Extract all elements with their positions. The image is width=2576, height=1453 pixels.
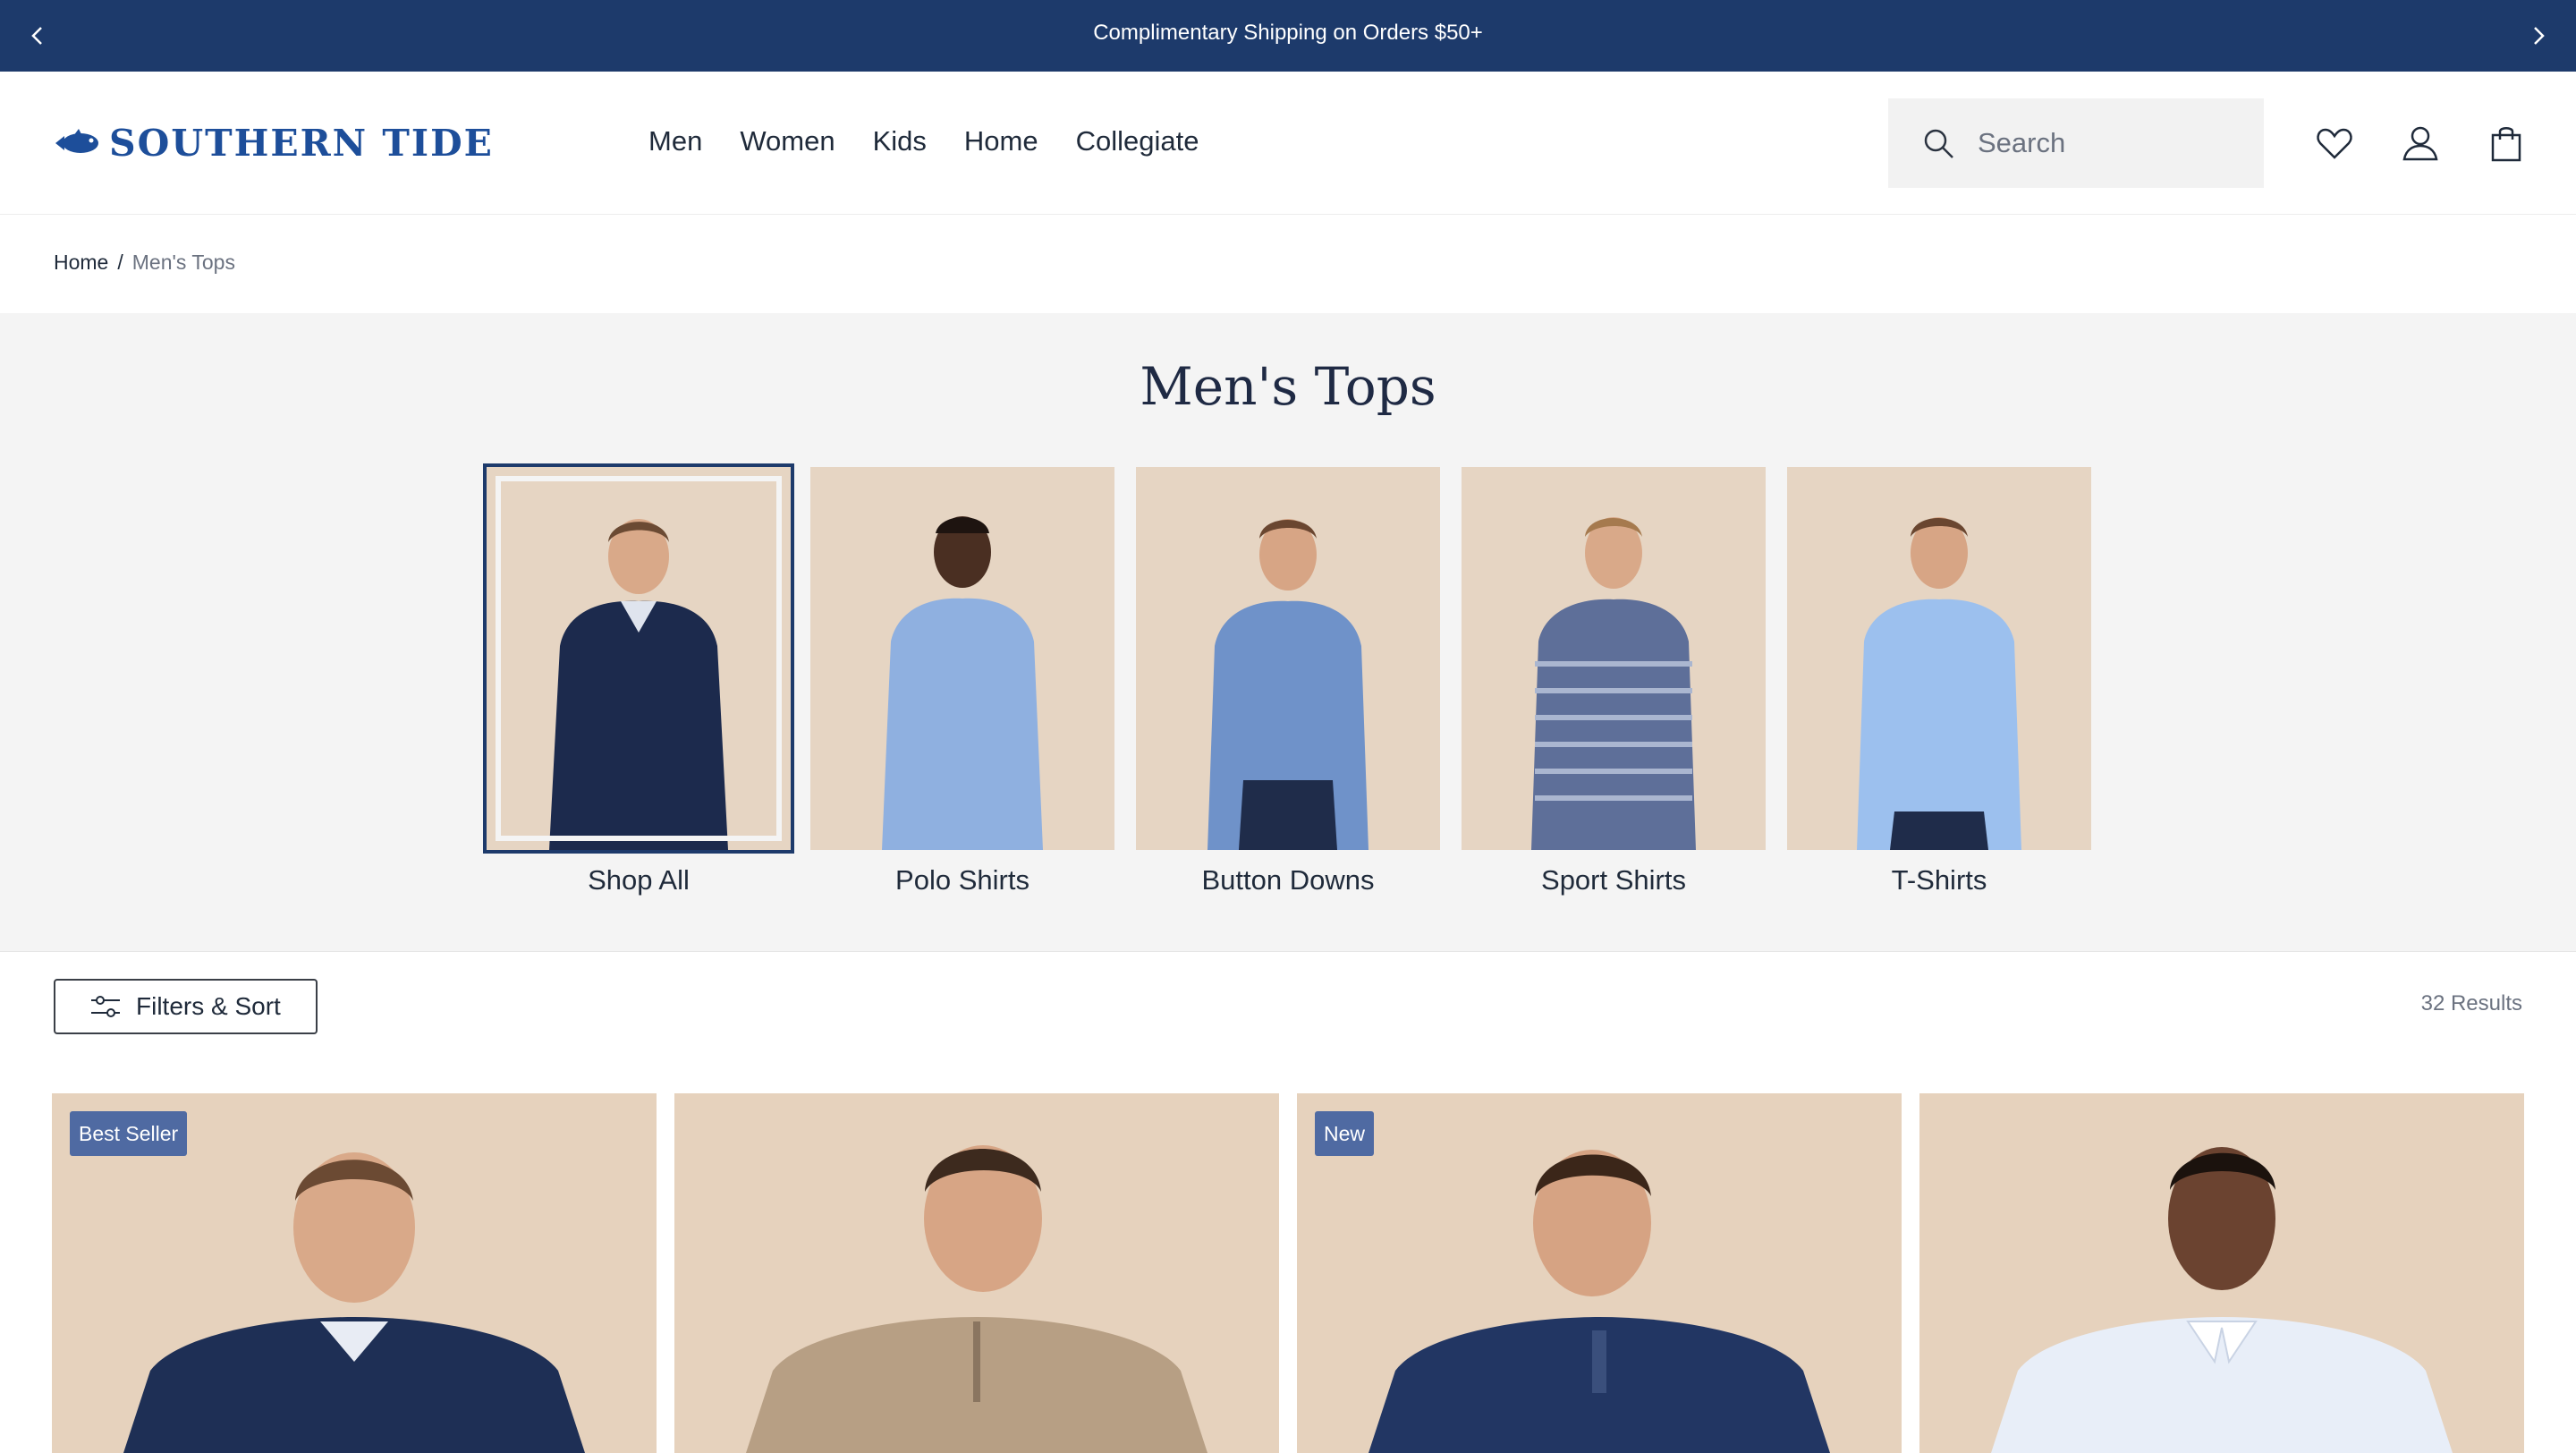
nav-collegiate[interactable]: Collegiate	[1076, 119, 1199, 164]
shopping-bag-icon[interactable]	[2485, 122, 2528, 165]
nav-women[interactable]: Women	[740, 119, 835, 164]
main-nav: Men Women Kids Home Collegiate	[648, 119, 1236, 164]
category-shop-all[interactable]: Shop All	[483, 463, 794, 896]
category-image	[483, 463, 794, 854]
filters-sort-label: Filters & Sort	[136, 992, 281, 1020]
category-label: Sport Shirts	[1541, 864, 1686, 896]
category-button-downs[interactable]: Button Downs	[1136, 467, 1440, 896]
nav-men[interactable]: Men	[648, 119, 702, 164]
category-image	[1462, 467, 1766, 850]
best-seller-badge: Best Seller	[70, 1111, 188, 1156]
brand-logo[interactable]: SOUTHERN TIDE	[52, 116, 494, 170]
search-box	[1888, 98, 2264, 188]
nav-home[interactable]: Home	[964, 119, 1038, 164]
category-image	[810, 467, 1114, 850]
promo-message[interactable]: Complimentary Shipping on Orders $50+	[0, 0, 2576, 72]
results-count: 32 Results	[2420, 991, 2522, 1015]
category-polo-shirts[interactable]: Polo Shirts	[810, 467, 1114, 896]
category-label: T-Shirts	[1891, 864, 1987, 896]
breadcrumb-separator: /	[117, 251, 123, 274]
category-label: Polo Shirts	[895, 864, 1030, 896]
brand-wordmark: SOUTHERN TIDE	[109, 122, 494, 165]
product-card[interactable]	[1919, 1093, 2524, 1453]
promo-bar: Complimentary Shipping on Orders $50+	[0, 0, 2576, 72]
new-badge: New	[1315, 1111, 1375, 1156]
results-toolbar: Filters & Sort 32 Results	[0, 952, 2576, 1059]
category-sport-shirts[interactable]: Sport Shirts	[1462, 467, 1766, 896]
page-title: Men's Tops	[1140, 356, 1436, 417]
product-grid: Best Seller New	[52, 1093, 2524, 1453]
filters-sort-button[interactable]: Filters & Sort	[54, 979, 318, 1034]
site-header: SOUTHERN TIDE Men Women Kids Home Colleg…	[0, 72, 2576, 215]
sliders-icon	[91, 996, 120, 1017]
category-hero: Men's Tops Shop All Polo Shirts Button D…	[0, 313, 2576, 952]
fish-logo-icon	[55, 129, 98, 153]
product-card[interactable]: New	[1297, 1093, 1902, 1453]
product-card[interactable]	[674, 1093, 1279, 1453]
breadcrumb: Home / Men's Tops	[54, 251, 235, 275]
category-image	[1787, 467, 2091, 850]
breadcrumb-home[interactable]: Home	[54, 251, 108, 274]
category-t-shirts[interactable]: T-Shirts	[1787, 467, 2091, 896]
category-label: Shop All	[588, 864, 690, 896]
heart-icon[interactable]	[2313, 122, 2356, 165]
product-card[interactable]: Best Seller	[52, 1093, 657, 1453]
category-label: Button Downs	[1201, 864, 1375, 896]
search-input[interactable]	[1978, 120, 2237, 166]
nav-kids[interactable]: Kids	[873, 119, 927, 164]
breadcrumb-current: Men's Tops	[131, 251, 235, 274]
search-icon	[1924, 129, 1953, 158]
chevron-right-icon[interactable]	[2521, 20, 2556, 52]
category-image	[1136, 467, 1440, 850]
account-icon[interactable]	[2399, 122, 2442, 165]
